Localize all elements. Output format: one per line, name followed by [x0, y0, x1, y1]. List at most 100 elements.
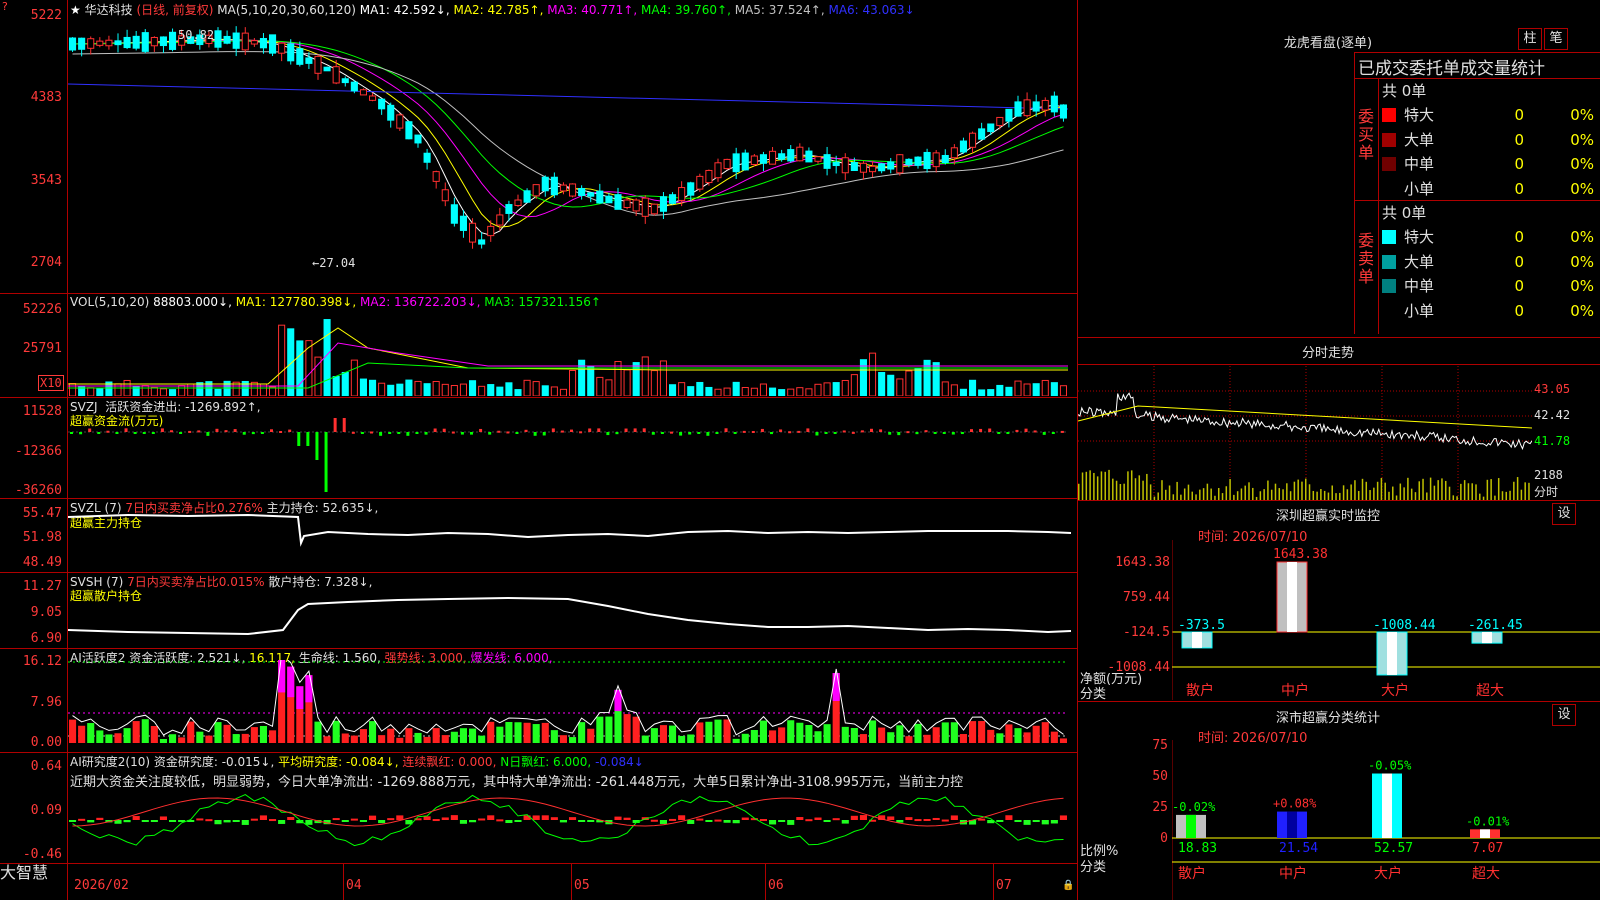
order-percent: 0% [1570, 106, 1594, 124]
volume-bar [332, 376, 340, 396]
volume-bar [1032, 383, 1040, 396]
y-tick: 42.42 [1534, 408, 1571, 422]
flow-bar [1015, 429, 1019, 432]
candle [414, 134, 422, 144]
retail-position-chart[interactable] [68, 580, 1077, 647]
research-bar [78, 818, 86, 821]
flow-bar [633, 428, 637, 432]
ma-line [72, 40, 1064, 208]
lock-icon[interactable]: 🔒 [1062, 880, 1074, 891]
x-axis-date: 2026/02 [74, 878, 129, 893]
sz-monitor-title: 深圳超赢实时监控 [1275, 509, 1380, 524]
activity-bar [532, 724, 540, 743]
order-size-label: 特大 [1404, 106, 1435, 124]
y-tick: 25791 [22, 341, 62, 356]
intraday-vol [1282, 489, 1284, 500]
research-bar [223, 820, 231, 823]
activity-bar [205, 735, 213, 743]
flow-bar [397, 432, 401, 434]
volume-bar [432, 380, 440, 396]
order-percent: 0% [1570, 252, 1594, 271]
flow-bar [815, 432, 819, 436]
flow-bar [660, 432, 664, 434]
research-bar [650, 819, 658, 822]
order-count: 0 [1514, 130, 1524, 149]
activity-bar [987, 729, 995, 743]
research-bar [623, 817, 631, 820]
y-tick: 75 [1152, 738, 1168, 753]
bar-view-button[interactable]: 柱 [1518, 28, 1542, 50]
research-bar [1059, 815, 1067, 820]
sz-stats-chart[interactable]: -0.02% 18.83 散户 +0.08% 21.54 中户 -0.05% 52.57 大户 -… [1172, 740, 1600, 900]
volume-bar [978, 389, 986, 396]
research-bar [814, 817, 822, 820]
volume-bar [950, 384, 958, 396]
activity-bar [78, 725, 86, 743]
activity-bar [823, 724, 831, 743]
buy-orders-label: 委买单 [1358, 107, 1375, 162]
intraday-vol [1297, 479, 1299, 500]
value-label: 7.07 [1472, 841, 1503, 856]
activity-bar [959, 734, 967, 743]
research-bar [214, 820, 222, 825]
bar-shine [1382, 773, 1392, 838]
unit-badge[interactable]: X10 [38, 375, 64, 391]
fund-flow-chart[interactable] [68, 410, 1077, 497]
stock-chart-area[interactable]: ★ 华达科技 (日线, 前复权) MA(5,10,20,30,60,120) M… [0, 0, 1078, 900]
intraday-vol [1225, 486, 1228, 500]
intraday-vol [1392, 486, 1394, 500]
candle [369, 95, 377, 101]
order-percent: 0% [1570, 277, 1594, 295]
activity-bar [69, 719, 77, 743]
activity-bar [759, 720, 767, 743]
research-bar [141, 820, 149, 822]
candle [514, 199, 522, 206]
candle [878, 163, 886, 172]
research-bar [569, 817, 577, 820]
candle [1005, 108, 1013, 122]
intraday-vol [1339, 492, 1341, 500]
brand-logo[interactable]: 大智慧 [0, 864, 66, 900]
ai-activity-chart[interactable] [68, 660, 1077, 751]
volume-bar [769, 387, 777, 396]
tick-view-button[interactable]: 笔 [1544, 28, 1568, 50]
candle [469, 222, 477, 243]
activity-bar [314, 721, 322, 743]
main-position-chart[interactable] [68, 505, 1077, 571]
intraday-vol [1202, 488, 1205, 500]
activity-bar [450, 731, 458, 743]
y-tick: 9.05 [30, 605, 62, 620]
flow-bar [1033, 430, 1037, 433]
candlestick-chart[interactable] [68, 14, 1077, 292]
settings-button[interactable]: 设 [1552, 503, 1576, 525]
research-bar [478, 818, 486, 821]
sz-monitor-chart[interactable]: -373.5 散户 1643.38 中户 -1008.44 大户 -261.45 超大 [1172, 540, 1600, 700]
intraday-vol [1100, 471, 1103, 500]
y-tick: 51.98 [22, 530, 62, 545]
volume-bar [387, 384, 395, 396]
intraday-vol [1369, 490, 1371, 500]
ai-research-chart[interactable] [68, 786, 1077, 862]
volume-chart[interactable] [68, 308, 1077, 396]
flow-bar [251, 432, 255, 435]
settings-button[interactable]: 设 [1552, 704, 1576, 726]
flow-bar [233, 429, 237, 432]
flow-bar [1024, 428, 1028, 432]
candle [723, 158, 731, 170]
volume-bar [341, 371, 349, 396]
candle [159, 36, 167, 47]
candle [69, 37, 77, 51]
candle [687, 182, 695, 196]
research-bar [705, 820, 713, 822]
candle [632, 199, 640, 212]
intraday-chart[interactable] [1078, 366, 1532, 500]
volume-bar [1014, 380, 1022, 396]
volume-bar [414, 380, 422, 396]
intraday-vol [1320, 489, 1322, 500]
candle [741, 152, 749, 171]
candle [1041, 99, 1049, 111]
flow-bar [706, 432, 710, 436]
activity-bar [623, 714, 631, 743]
intraday-vol [1244, 485, 1246, 500]
research-bar [805, 819, 813, 822]
